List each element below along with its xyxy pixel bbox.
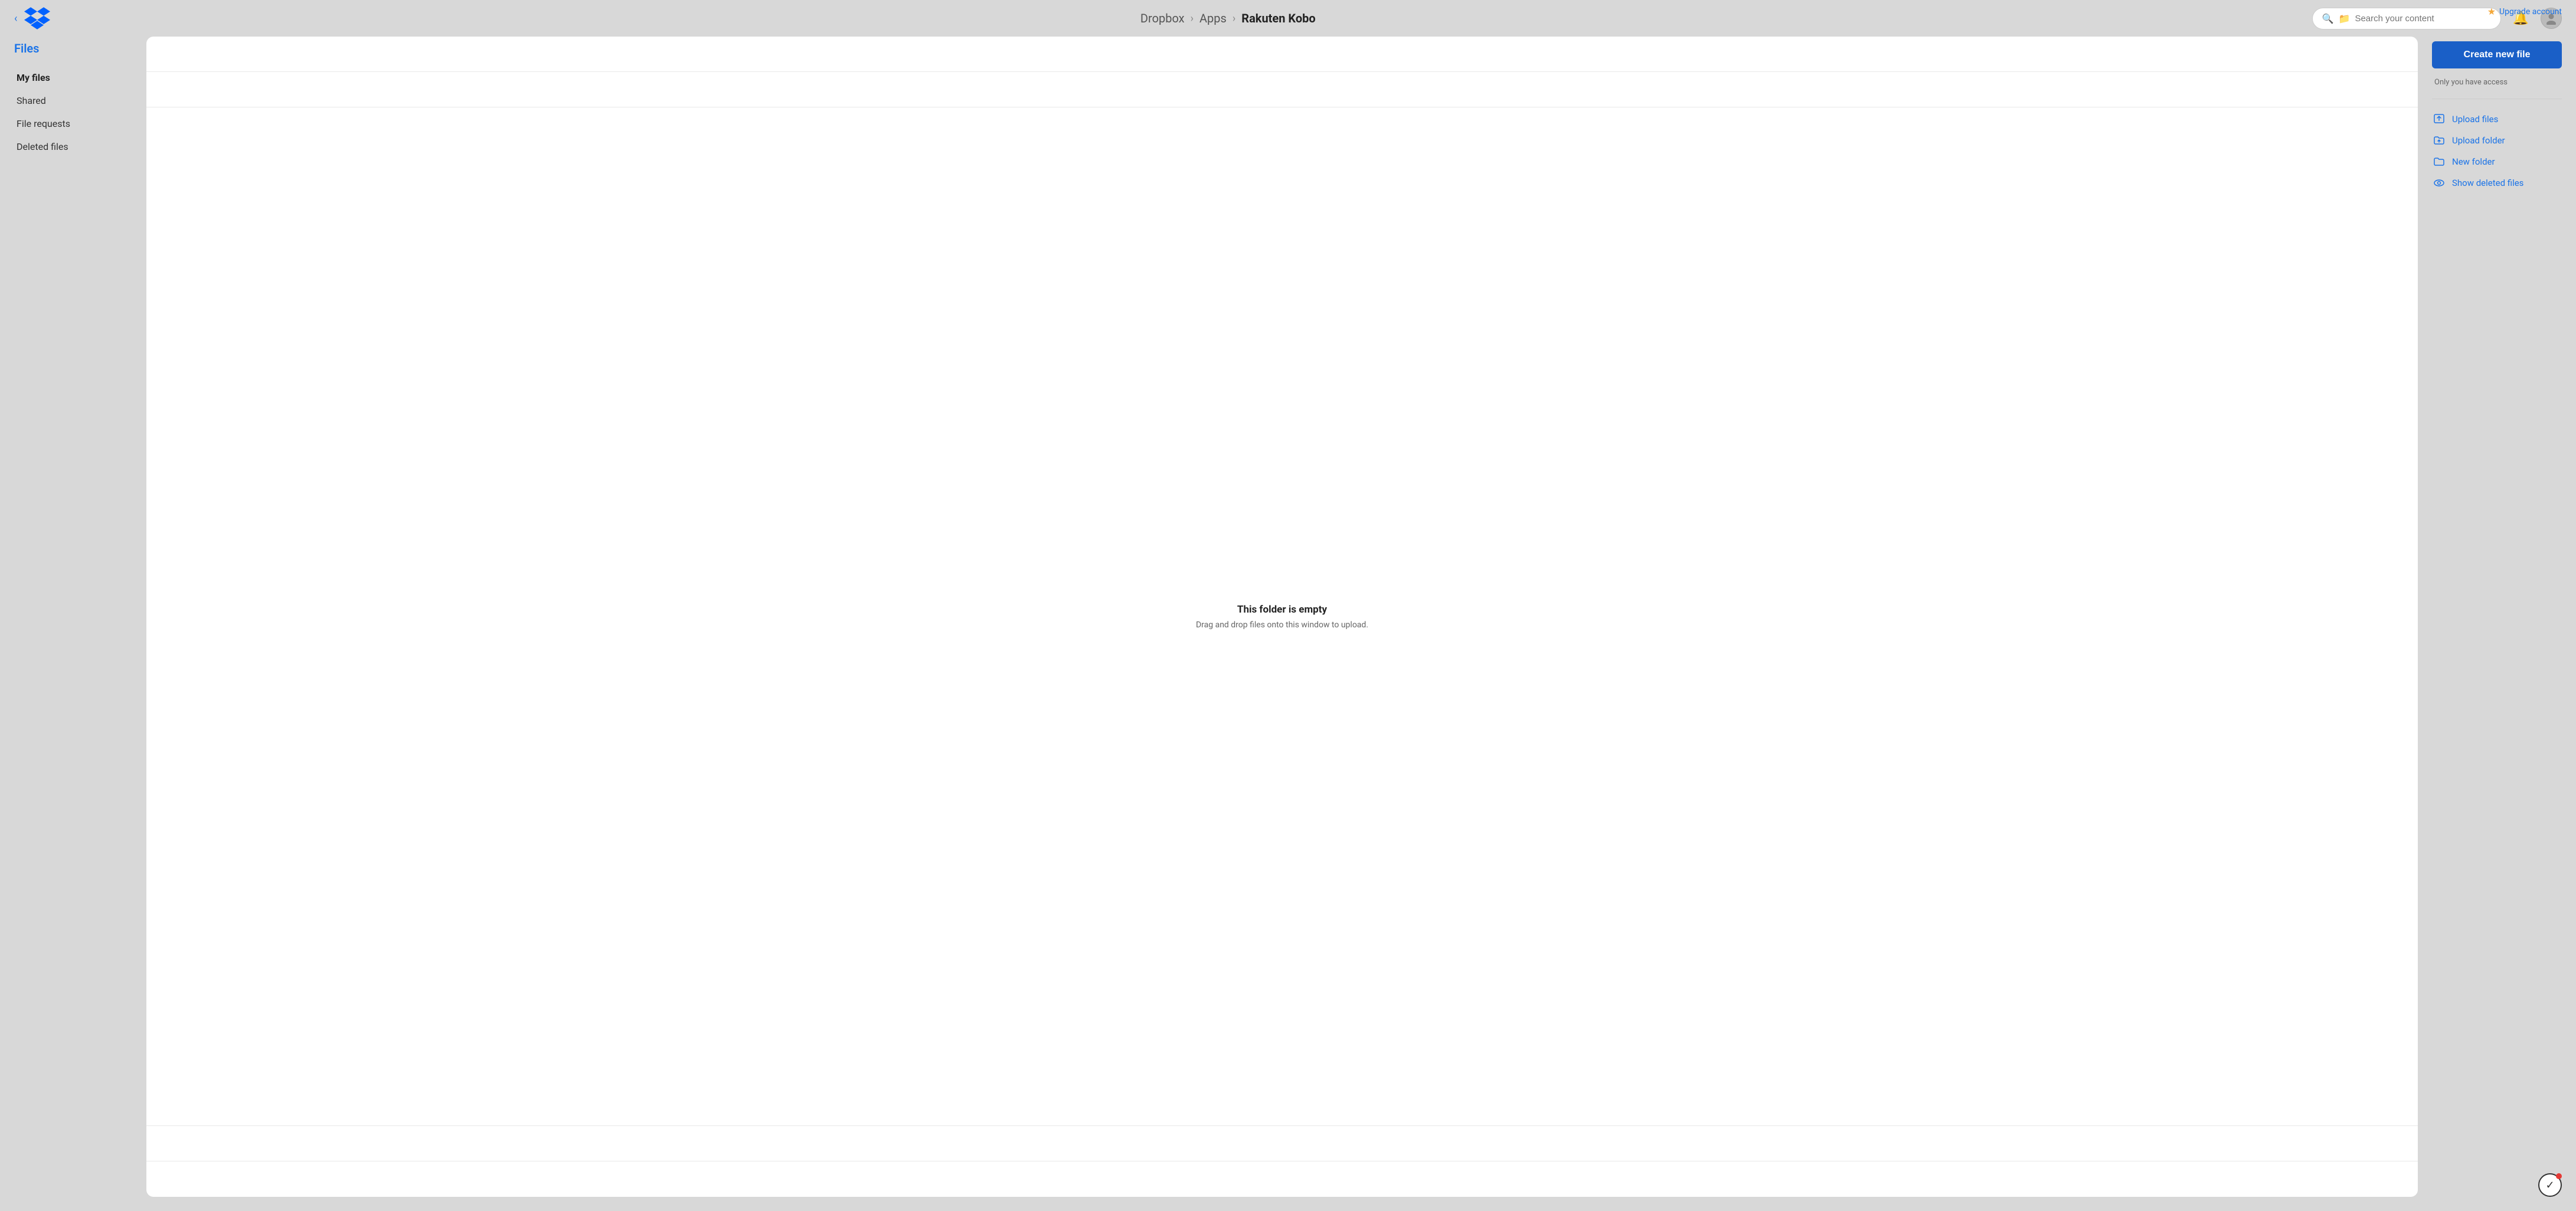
- check-mark-icon: ✓: [2545, 1179, 2554, 1192]
- upgrade-link[interactable]: ★ Upgrade account: [2487, 6, 2562, 17]
- sidebar-item-my-files[interactable]: My files: [14, 67, 132, 88]
- upgrade-label: Upgrade account: [2499, 7, 2562, 17]
- breadcrumb: Dropbox › Apps › Rakuten Kobo: [1140, 11, 1316, 25]
- file-area-row-1: [146, 37, 2418, 72]
- sidebar-item-file-requests[interactable]: File requests: [14, 113, 132, 134]
- status-dot: [2556, 1173, 2562, 1179]
- action-list: Upload files Upload folder: [2432, 111, 2562, 191]
- topbar-center: Dropbox › Apps › Rakuten Kobo: [144, 11, 2312, 25]
- breadcrumb-middle[interactable]: Apps: [1199, 11, 1227, 25]
- upload-folder-icon: [2432, 135, 2446, 146]
- search-icon: 🔍: [2322, 13, 2334, 24]
- sidebar-nav: My files Shared File requests Deleted fi…: [14, 67, 132, 157]
- file-area-empty: This folder is empty Drag and drop files…: [146, 107, 2418, 1126]
- right-panel: Create new file Only you have access Upl…: [2432, 37, 2562, 1197]
- main-layout: Files My files Shared File requests Dele…: [0, 37, 2576, 1211]
- show-deleted-icon: [2432, 177, 2446, 189]
- search-input[interactable]: [2355, 14, 2490, 24]
- show-deleted-label: Show deleted files: [2452, 178, 2523, 188]
- file-area-footer: [146, 1161, 2418, 1197]
- search-bar[interactable]: 🔍 📁: [2312, 8, 2501, 30]
- new-folder-icon: [2432, 156, 2446, 168]
- empty-folder-subtitle: Drag and drop files onto this window to …: [1196, 620, 1368, 630]
- upload-files-icon: [2432, 113, 2446, 125]
- breadcrumb-sep1: ›: [1191, 12, 1194, 25]
- dropbox-logo: [24, 7, 50, 30]
- sidebar: Files My files Shared File requests Dele…: [14, 37, 132, 1197]
- file-area: This folder is empty Drag and drop files…: [146, 37, 2418, 1197]
- new-folder-label: New folder: [2452, 156, 2495, 167]
- topbar: ‹ Dropbox › Apps › Rakuten Kobo 🔍 📁 🔔: [0, 0, 2576, 37]
- folder-scope-icon: 📁: [2339, 13, 2351, 24]
- sidebar-item-deleted-files[interactable]: Deleted files: [14, 136, 132, 157]
- upload-folder-label: Upload folder: [2452, 135, 2505, 146]
- empty-folder-title: This folder is empty: [1237, 604, 1327, 616]
- upload-files-item[interactable]: Upload files: [2432, 113, 2562, 125]
- upload-files-label: Upload files: [2452, 114, 2498, 125]
- show-deleted-files-item[interactable]: Show deleted files: [2432, 177, 2562, 189]
- star-icon: ★: [2487, 6, 2496, 17]
- file-area-row-3: [146, 1126, 2418, 1161]
- status-indicator[interactable]: ✓: [2538, 1173, 2562, 1197]
- sidebar-section-title: Files: [14, 41, 132, 55]
- file-area-row-2: [146, 72, 2418, 107]
- main-content: This folder is empty Drag and drop files…: [146, 37, 2418, 1197]
- create-new-file-button[interactable]: Create new file: [2432, 41, 2562, 68]
- new-folder-item[interactable]: New folder: [2432, 156, 2562, 168]
- breadcrumb-sep2: ›: [1233, 12, 1235, 25]
- upload-folder-item[interactable]: Upload folder: [2432, 135, 2562, 146]
- breadcrumb-root[interactable]: Dropbox: [1140, 11, 1185, 25]
- sidebar-item-shared[interactable]: Shared: [14, 90, 132, 111]
- breadcrumb-current: Rakuten Kobo: [1241, 11, 1315, 25]
- access-text: Only you have access: [2432, 78, 2562, 87]
- collapse-arrow[interactable]: ‹: [14, 12, 17, 25]
- topbar-left: ‹: [14, 7, 144, 30]
